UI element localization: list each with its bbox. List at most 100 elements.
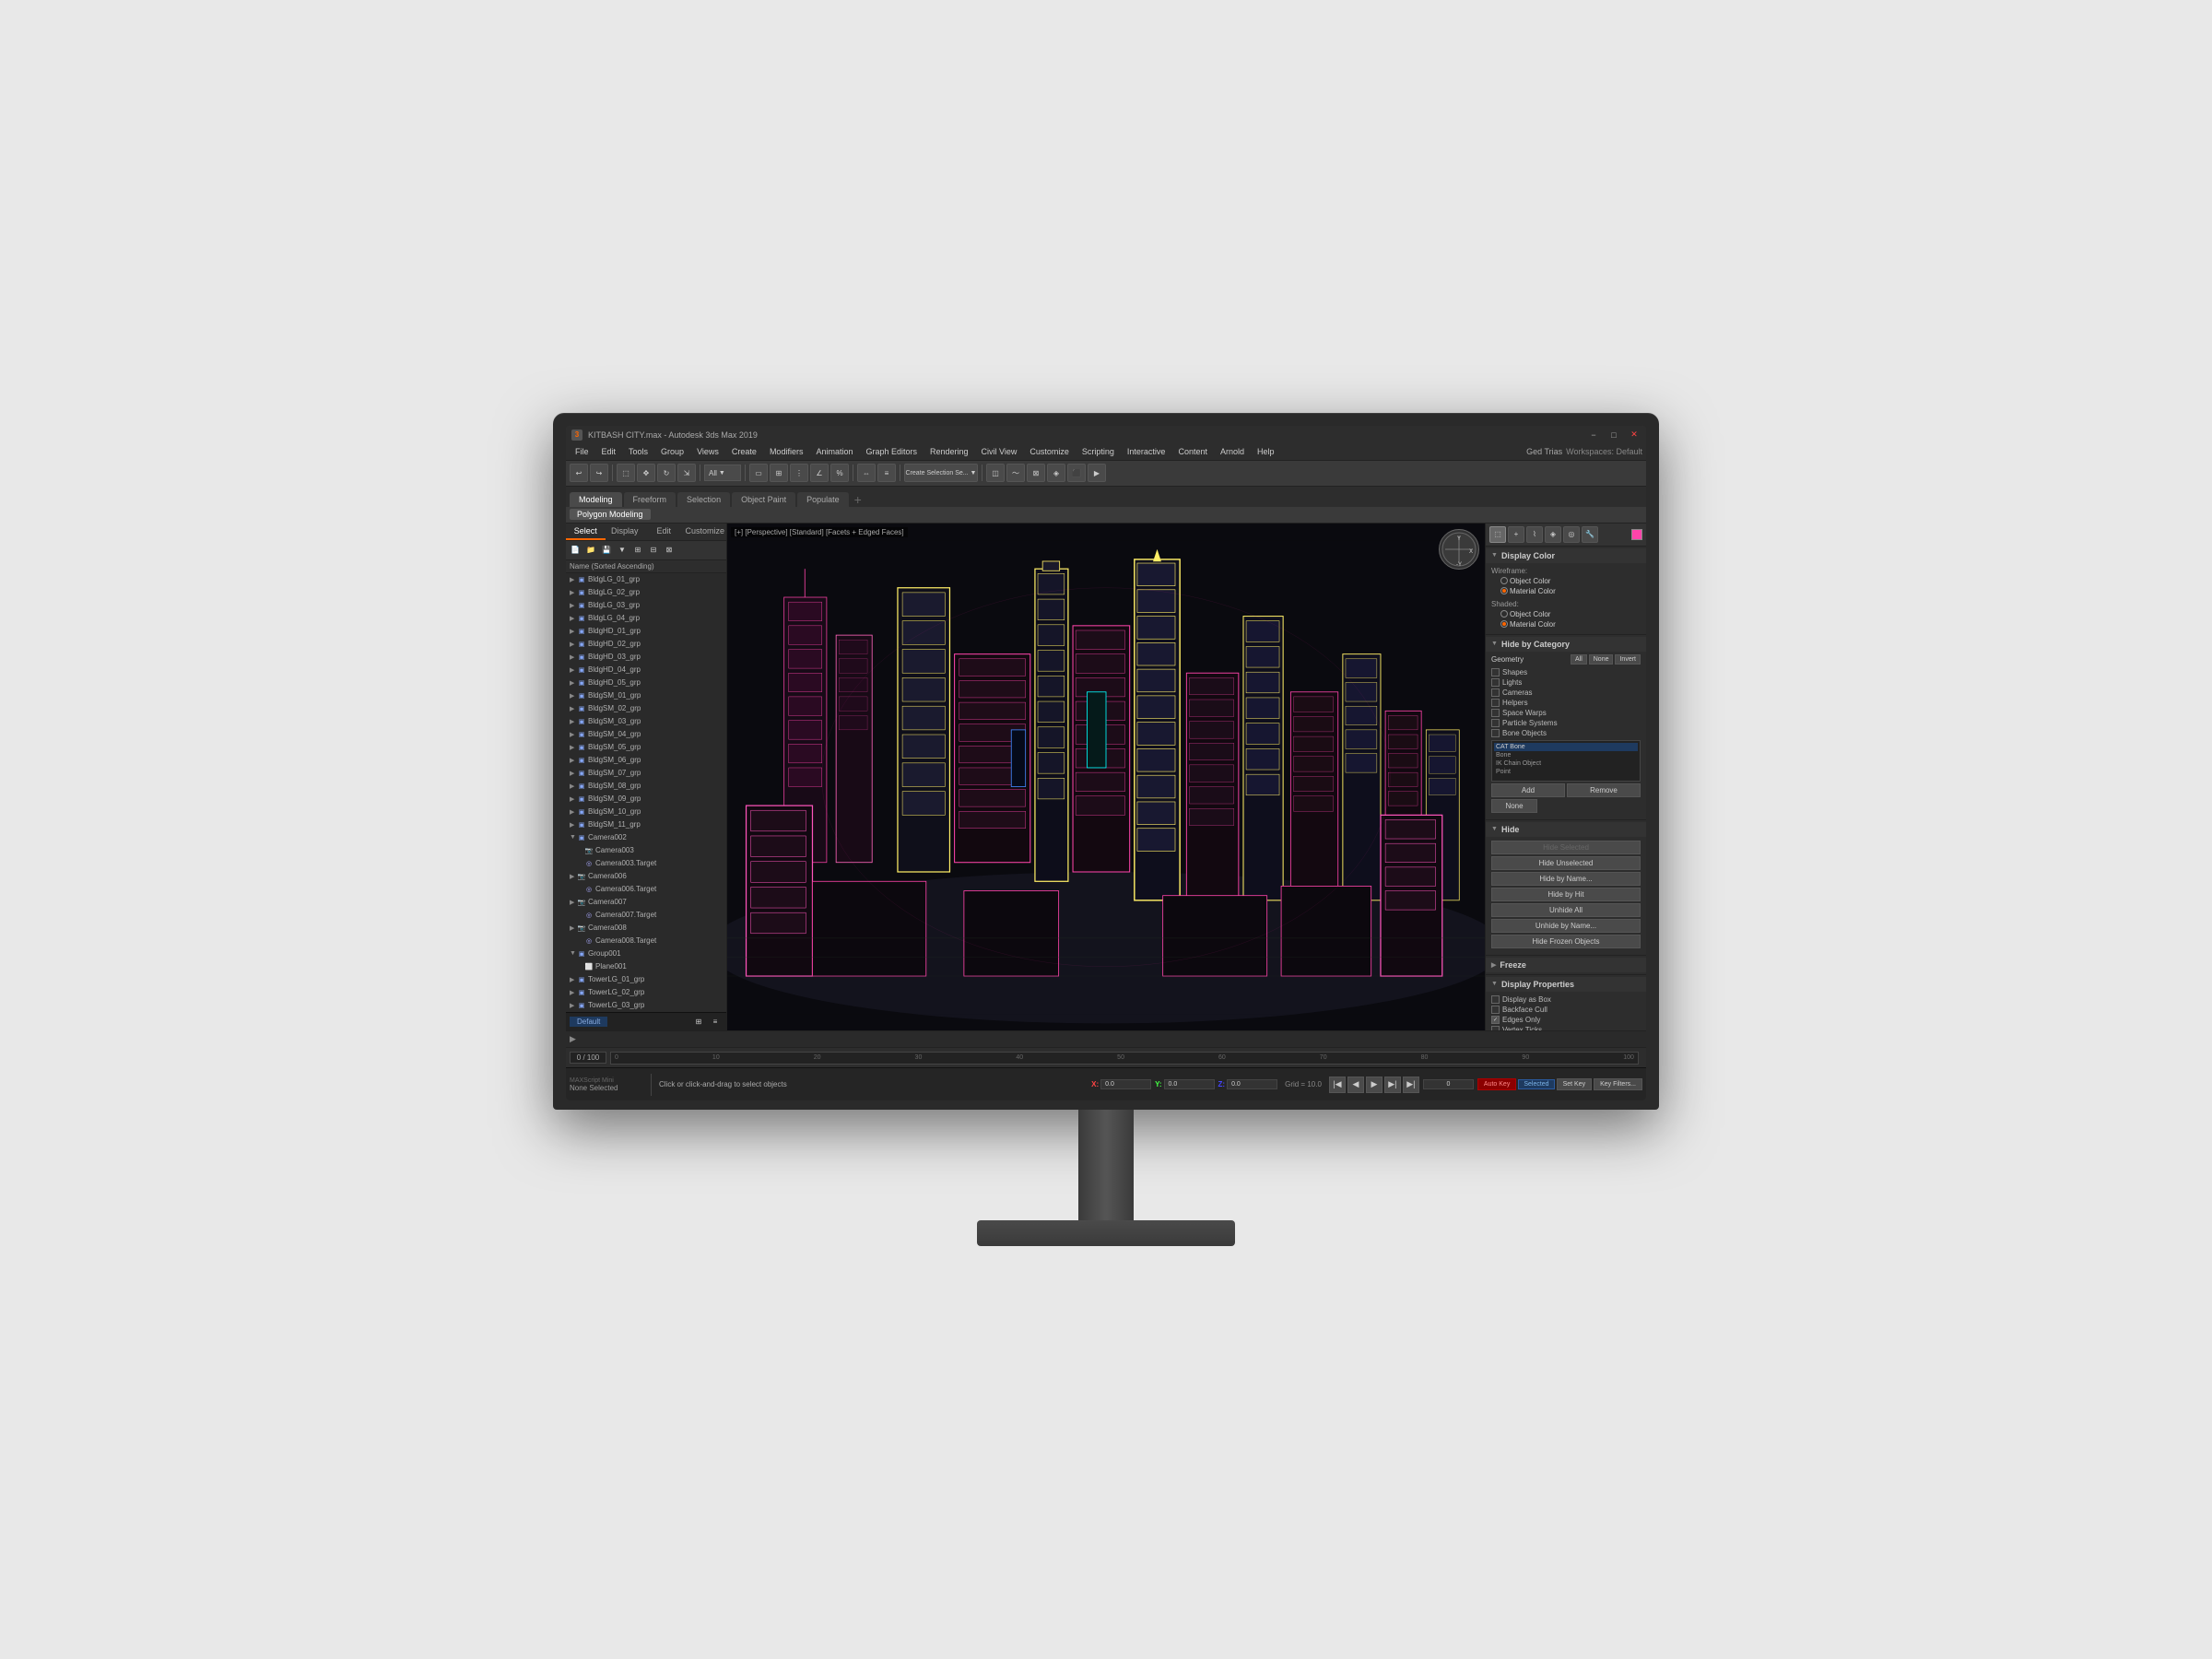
menu-rendering[interactable]: Rendering [924,445,974,458]
list-item[interactable]: ▶ 📷 Camera006 [566,870,726,883]
list-item[interactable]: ▶ ▣ BldgSM_05_grp [566,741,726,754]
display-color-header[interactable]: ▼ Display Color [1486,548,1646,563]
menu-file[interactable]: File [570,445,594,458]
hide-unselected-btn[interactable]: Hide Unselected [1491,856,1641,870]
angle-snap-btn[interactable]: ∠ [810,464,829,482]
current-frame-display[interactable]: 0 / 100 [570,1052,606,1064]
list-item[interactable]: ▶ ▣ BldgHD_03_grp [566,651,726,664]
cat-bone-item[interactable]: CAT Bone [1494,743,1638,751]
list-item[interactable]: ▶ ▣ BldgSM_06_grp [566,754,726,767]
list-item[interactable]: 📷 Camera003 [566,844,726,857]
move-btn[interactable]: ✥ [637,464,655,482]
tab-populate[interactable]: Populate [797,492,849,507]
timeline-track[interactable]: 0 10 20 30 40 50 60 70 80 90 100 [610,1052,1639,1065]
list-item[interactable]: ▶ ▣ BldgLG_04_grp [566,612,726,625]
render-scene-btn[interactable]: ⬛ [1067,464,1086,482]
hide-frozen-btn[interactable]: Hide Frozen Objects [1491,935,1641,948]
close-button[interactable]: ✕ [1628,429,1641,441]
go-start-btn[interactable]: |◀ [1329,1077,1346,1093]
create-panel-btn[interactable]: + [1508,526,1524,543]
list-item[interactable]: ▶ ▣ BldgSM_10_grp [566,806,726,818]
snap-toggle-btn[interactable]: ⋮ [790,464,808,482]
shapes-checkbox[interactable] [1491,668,1500,677]
percent-snap-btn[interactable]: % [830,464,849,482]
explorer-tab-display[interactable]: Display [606,524,645,540]
bone-item[interactable]: Bone [1494,751,1638,759]
y-value[interactable]: 0.0 [1164,1079,1215,1089]
unhide-all-btn[interactable]: Unhide All [1491,903,1641,917]
select-btn[interactable]: ⬚ [617,464,635,482]
tab-modeling[interactable]: Modeling [570,492,622,507]
menu-views[interactable]: Views [691,445,724,458]
backface-cull-checkbox[interactable] [1491,1006,1500,1014]
unhide-by-name-btn[interactable]: Unhide by Name... [1491,919,1641,933]
next-frame-btn[interactable]: ▶| [1384,1077,1401,1093]
all-btn[interactable]: All [1571,654,1587,665]
selection-filter-dropdown[interactable]: All ▼ [704,465,741,481]
bone-objects-checkbox[interactable] [1491,729,1500,737]
key-filters-btn[interactable]: Key Filters... [1594,1078,1642,1090]
menu-tools[interactable]: Tools [623,445,653,458]
prev-frame-btn[interactable]: ◀ [1347,1077,1364,1093]
named-selection-btn[interactable]: Create Selection Se... ▼ [904,464,978,482]
list-item[interactable]: ▶ ▣ BldgHD_05_grp [566,677,726,689]
frame-input[interactable]: 0 [1423,1079,1474,1089]
wireframe-material-radio[interactable] [1500,587,1508,594]
list-item[interactable]: ▼ ▣ Camera002 [566,831,726,844]
list-item[interactable]: ▶ ▣ BldgHD_01_grp [566,625,726,638]
list-item[interactable]: ▶ ▣ BldgLG_03_grp [566,599,726,612]
explorer-new-btn[interactable]: 📄 [568,543,582,558]
explorer-tab-select[interactable]: Select [566,524,606,540]
wireframe-object-radio[interactable] [1500,577,1508,584]
menu-customize[interactable]: Customize [1024,445,1075,458]
hide-header[interactable]: ▼ Hide [1486,822,1646,837]
expand-timeline-btn[interactable]: ▶ [570,1034,577,1044]
z-value[interactable]: 0.0 [1227,1079,1277,1089]
go-end-btn[interactable]: ▶| [1403,1077,1419,1093]
list-item[interactable]: ▶ ▣ BldgSM_09_grp [566,793,726,806]
layer-btn[interactable]: ◫ [986,464,1005,482]
display-as-box-checkbox[interactable] [1491,995,1500,1004]
list-item[interactable]: ▶ ▣ TowerLG_02_grp [566,986,726,999]
explorer-save-btn[interactable]: 💾 [599,543,614,558]
remove-bone-btn[interactable]: Remove [1567,783,1641,797]
ik-chain-item[interactable]: IK Chain Object [1494,759,1638,768]
align-btn[interactable]: ≡ [877,464,896,482]
subtab-polygon-modeling[interactable]: Polygon Modeling [570,509,651,520]
hide-by-name-btn[interactable]: Hide by Name... [1491,872,1641,886]
menu-scripting[interactable]: Scripting [1077,445,1120,458]
menu-help[interactable]: Help [1252,445,1280,458]
undo-btn[interactable]: ↩ [570,464,588,482]
modify-panel-btn[interactable]: ⌇ [1526,526,1543,543]
display-panel-btn[interactable]: ⬚ [1489,526,1506,543]
scene-list[interactable]: ▶ ▣ BldgLG_01_grp ▶ ▣ BldgLG_02_grp ▶ [566,573,726,1013]
point-item[interactable]: Point [1494,768,1638,776]
viewport-canvas[interactable] [727,524,1485,1031]
menu-group[interactable]: Group [655,445,689,458]
material-editor-btn[interactable]: ◈ [1047,464,1065,482]
list-item[interactable]: ▶ ▣ BldgSM_04_grp [566,728,726,741]
shaded-material-radio[interactable] [1500,620,1508,628]
motion-panel-btn[interactable]: ◎ [1563,526,1580,543]
tab-freeform[interactable]: Freeform [624,492,677,507]
hierarchy-panel-btn[interactable]: ◈ [1545,526,1561,543]
explorer-tab-edit[interactable]: Edit [644,524,684,540]
edges-only-checkbox[interactable] [1491,1016,1500,1024]
bone-list[interactable]: CAT Bone Bone IK Chain Object Point [1491,740,1641,782]
menu-graph-editors[interactable]: Graph Editors [860,445,923,458]
tab-object-paint[interactable]: Object Paint [732,492,795,507]
list-item[interactable]: ▶ ▣ BldgHD_02_grp [566,638,726,651]
lights-checkbox[interactable] [1491,678,1500,687]
explorer-filter-btn[interactable]: ▼ [615,543,629,558]
list-item[interactable]: ▶ ▣ TowerLG_01_grp [566,973,726,986]
list-item[interactable]: ▶ 📷 Camera008 [566,922,726,935]
menu-arnold[interactable]: Arnold [1215,445,1250,458]
menu-interactive[interactable]: Interactive [1122,445,1171,458]
select-region-btn[interactable]: ▭ [749,464,768,482]
minimize-button[interactable]: − [1587,429,1600,441]
color-swatch[interactable] [1631,529,1642,540]
curve-editor-btn[interactable]: 〜 [1006,464,1025,482]
list-item[interactable]: ▶ ▣ BldgSM_01_grp [566,689,726,702]
auto-key-btn[interactable]: Auto Key [1477,1078,1516,1090]
hide-by-category-header[interactable]: ▼ Hide by Category [1486,637,1646,652]
